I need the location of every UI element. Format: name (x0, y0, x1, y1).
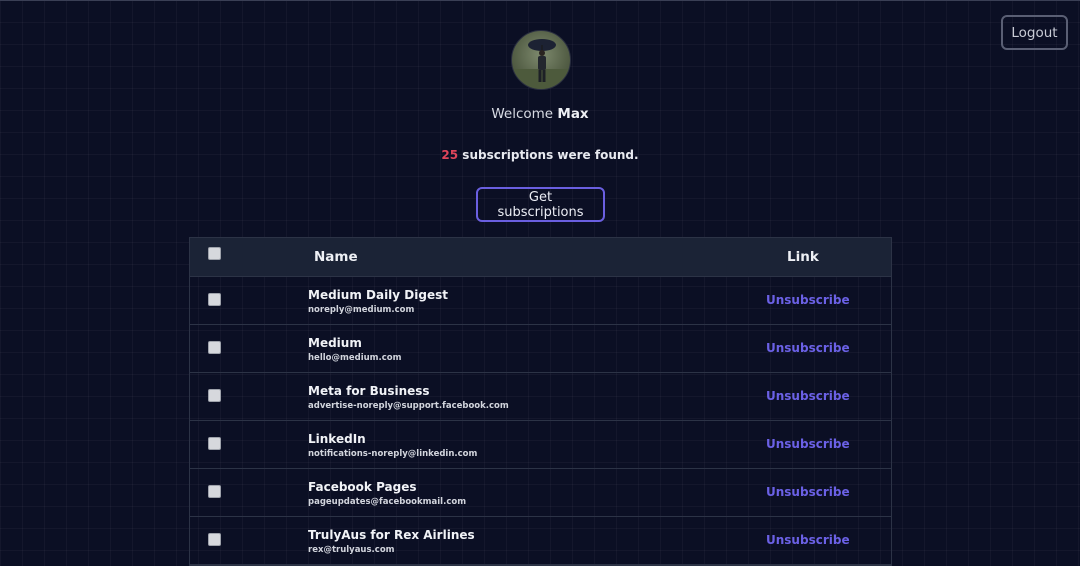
name-column-header: Name (314, 249, 358, 265)
user-name: Max (557, 106, 589, 122)
subscription-email: noreply@medium.com (308, 305, 415, 315)
subscription-name: Meta for Business (308, 384, 430, 398)
subscriptions-table: Name Link Medium Daily Digest noreply@me… (189, 237, 892, 566)
unsubscribe-link[interactable]: Unsubscribe (766, 389, 850, 403)
subscription-email: advertise-noreply@support.facebook.com (308, 401, 509, 411)
unsubscribe-link[interactable]: Unsubscribe (766, 485, 850, 499)
table-row: Meta for Business advertise-noreply@supp… (190, 373, 891, 421)
subscription-email: pageupdates@facebookmail.com (308, 497, 467, 507)
unsubscribe-link[interactable]: Unsubscribe (766, 533, 850, 547)
logout-button[interactable]: Logout (1001, 15, 1068, 50)
unsubscribe-link[interactable]: Unsubscribe (766, 293, 850, 307)
row-checkbox[interactable] (208, 533, 221, 546)
unsubscribe-link[interactable]: Unsubscribe (766, 437, 850, 451)
subscription-name: LinkedIn (308, 432, 366, 446)
avatar-photo (512, 39, 570, 89)
table-row: TrulyAus for Rex Airlines rex@trulyaus.c… (190, 517, 891, 565)
subscription-name: Facebook Pages (308, 480, 417, 494)
get-subscriptions-button[interactable]: Get subscriptions (476, 187, 605, 222)
row-checkbox[interactable] (208, 389, 221, 402)
subscription-name: Medium Daily Digest (308, 288, 448, 302)
table-header: Name Link (190, 238, 891, 277)
link-column-header: Link (787, 249, 819, 265)
select-all-checkbox[interactable] (208, 247, 221, 260)
welcome-message: Welcome Max (0, 106, 1080, 122)
subscription-email: rex@trulyaus.com (308, 545, 395, 555)
table-row: Medium Daily Digest noreply@medium.com U… (190, 277, 891, 325)
table-row: Facebook Pages pageupdates@facebookmail.… (190, 469, 891, 517)
row-checkbox[interactable] (208, 341, 221, 354)
subscription-name: Medium (308, 336, 362, 350)
row-checkbox[interactable] (208, 293, 221, 306)
subscription-count-message: 25 subscriptions were found. (0, 148, 1080, 162)
row-checkbox[interactable] (208, 437, 221, 450)
subscription-email: notifications-noreply@linkedin.com (308, 449, 478, 459)
unsubscribe-link[interactable]: Unsubscribe (766, 341, 850, 355)
subscription-email: hello@medium.com (308, 353, 402, 363)
table-row: LinkedIn notifications-noreply@linkedin.… (190, 421, 891, 469)
table-row: Medium hello@medium.com Unsubscribe (190, 325, 891, 373)
subscription-count-suffix: subscriptions were found. (462, 148, 639, 162)
subscription-name: TrulyAus for Rex Airlines (308, 528, 475, 542)
avatar (511, 30, 571, 90)
welcome-prefix: Welcome (491, 106, 554, 122)
top-border (0, 0, 1080, 1)
row-checkbox[interactable] (208, 485, 221, 498)
subscription-count: 25 (441, 148, 459, 162)
